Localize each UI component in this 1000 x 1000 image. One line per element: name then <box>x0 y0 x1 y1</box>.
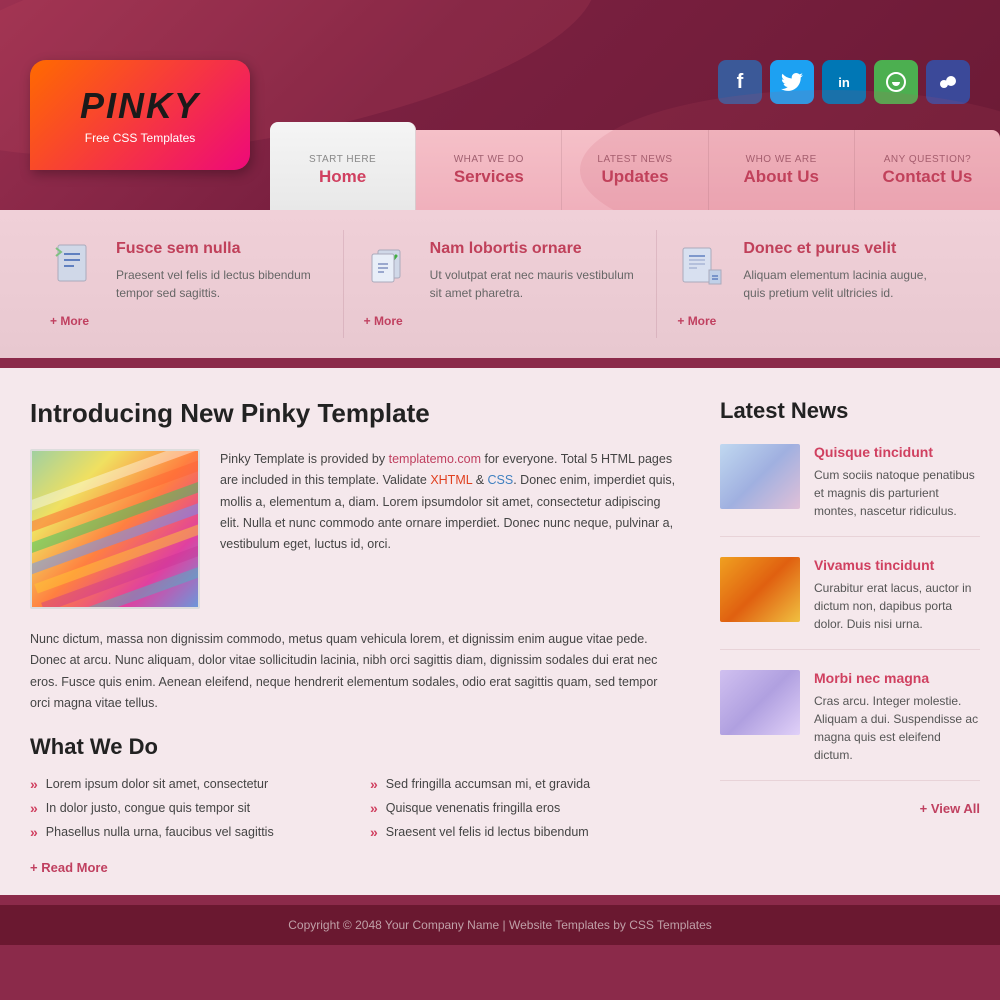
what-we-do-title: What We Do <box>30 734 680 760</box>
feature-1-title: Fusce sem nulla <box>116 240 323 258</box>
list-item: » Phasellus nulla urna, faucibus vel sag… <box>30 824 340 840</box>
news-title: Latest News <box>720 398 980 424</box>
read-more-button[interactable]: Read More <box>30 860 108 875</box>
feature-1-text: Praesent vel felis id lectus bibendum te… <box>116 266 323 302</box>
nav-home-main: Home <box>319 167 366 187</box>
facebook-icon[interactable]: f <box>718 60 762 104</box>
feature-2-more[interactable]: More <box>364 314 637 328</box>
nav-about[interactable]: WHO WE ARE About Us <box>709 130 855 210</box>
footer: Copyright © 2048 Your Company Name | Web… <box>0 905 1000 945</box>
nav-home-label: START HERE <box>309 154 376 165</box>
list-arrow-icon: » <box>30 824 38 840</box>
list-item-text: Quisque venenatis fringilla eros <box>386 801 560 815</box>
intro-title: Introducing New Pinky Template <box>30 398 680 429</box>
news-item-3: Morbi nec magna Cras arcu. Integer moles… <box>720 670 980 781</box>
news-item-1: Quisque tincidunt Cum sociis natoque pen… <box>720 444 980 537</box>
feature-2-title: Nam lobortis ornare <box>430 240 637 258</box>
feature-3-icon <box>677 240 727 290</box>
nav-about-label: WHO WE ARE <box>746 154 817 165</box>
features-strip: Fusce sem nulla Praesent vel felis id le… <box>0 210 1000 358</box>
news-content-3: Morbi nec magna Cras arcu. Integer moles… <box>814 670 980 764</box>
feature-1-more[interactable]: More <box>50 314 323 328</box>
css-link[interactable]: CSS <box>488 473 514 487</box>
news-thumb-3 <box>720 670 800 735</box>
nav-bar: START HERE Home WHAT WE DO Services LATE… <box>270 130 1000 210</box>
logo: PINKY Free CSS Templates <box>30 60 250 170</box>
nav-services-main: Services <box>454 167 524 187</box>
news-item-3-text: Cras arcu. Integer molestie. Aliquam a d… <box>814 692 980 764</box>
main-content: Introducing New Pinky Template Pinky Tem… <box>0 368 1000 895</box>
nav-contact[interactable]: ANY QUESTION? Contact Us <box>855 130 1000 210</box>
list-item-text: Lorem ipsum dolor sit amet, consectetur <box>46 777 268 791</box>
feature-3-more[interactable]: More <box>677 314 950 328</box>
intro-content: Pinky Template is provided by templatemo… <box>30 449 680 609</box>
feature-2-text: Ut volutpat erat nec mauris vestibulum s… <box>430 266 637 302</box>
logo-title: PINKY <box>80 85 200 127</box>
list-arrow-icon: » <box>370 800 378 816</box>
list-item-text: In dolor justo, congue quis tempor sit <box>46 801 250 815</box>
list-arrow-icon: » <box>370 776 378 792</box>
list-item-text: Sraesent vel felis id lectus bibendum <box>386 825 589 839</box>
nav-about-main: About Us <box>743 167 819 187</box>
intro-paragraph-2: Nunc dictum, massa non dignissim commodo… <box>30 629 680 714</box>
feature-3-text: Aliquam elementum lacinia augue, quis pr… <box>743 266 950 302</box>
feature-1-icon <box>50 240 100 290</box>
feature-3-title: Donec et purus velit <box>743 240 950 258</box>
news-thumb-1 <box>720 444 800 509</box>
list-item-text: Sed fringilla accumsan mi, et gravida <box>386 777 590 791</box>
news-item-1-text: Cum sociis natoque penatibus et magnis d… <box>814 466 980 520</box>
news-content-1: Quisque tincidunt Cum sociis natoque pen… <box>814 444 980 520</box>
news-content-2: Vivamus tincidunt Curabitur erat lacus, … <box>814 557 980 633</box>
nav-home[interactable]: START HERE Home <box>270 122 416 210</box>
intro-text: Pinky Template is provided by templatemo… <box>220 449 680 609</box>
twitter-icon[interactable] <box>770 60 814 104</box>
myspace-icon[interactable] <box>926 60 970 104</box>
list-item: » Lorem ipsum dolor sit amet, consectetu… <box>30 776 340 792</box>
left-column: Introducing New Pinky Template Pinky Tem… <box>0 368 710 895</box>
nav-services-label: WHAT WE DO <box>454 154 524 165</box>
list-item-text: Phasellus nulla urna, faucibus vel sagit… <box>46 825 274 839</box>
xhtml-link[interactable]: XHTML <box>430 473 472 487</box>
google-plus-icon[interactable] <box>874 60 918 104</box>
right-column: Latest News Quisque tincidunt Cum sociis… <box>710 368 1000 895</box>
list-arrow-icon: » <box>30 776 38 792</box>
feature-2: Nam lobortis ornare Ut volutpat erat nec… <box>344 230 658 338</box>
social-icons: f in <box>718 60 970 104</box>
what-we-do-list: » Lorem ipsum dolor sit amet, consectetu… <box>30 776 680 840</box>
logo-subtitle: Free CSS Templates <box>85 131 196 145</box>
footer-text: Copyright © 2048 Your Company Name | Web… <box>288 918 712 932</box>
linkedin-icon[interactable]: in <box>822 60 866 104</box>
nav-updates-label: LATEST NEWS <box>597 154 672 165</box>
news-item-2-text: Curabitur erat lacus, auctor in dictum n… <box>814 579 980 633</box>
news-item-3-title[interactable]: Morbi nec magna <box>814 670 980 686</box>
news-item-2: Vivamus tincidunt Curabitur erat lacus, … <box>720 557 980 650</box>
nav-contact-label: ANY QUESTION? <box>884 154 971 165</box>
feature-1: Fusce sem nulla Praesent vel felis id le… <box>30 230 344 338</box>
list-arrow-icon: » <box>30 800 38 816</box>
feature-3: Donec et purus velit Aliquam elementum l… <box>657 230 970 338</box>
templatemo-link[interactable]: templatemo.com <box>389 452 481 466</box>
list-arrow-icon: » <box>370 824 378 840</box>
news-thumb-2 <box>720 557 800 622</box>
list-item: » Sed fringilla accumsan mi, et gravida <box>370 776 680 792</box>
nav-updates[interactable]: LATEST NEWS Updates <box>562 130 708 210</box>
news-item-1-title[interactable]: Quisque tincidunt <box>814 444 980 460</box>
nav-services[interactable]: WHAT WE DO Services <box>416 130 562 210</box>
intro-image <box>30 449 200 609</box>
news-item-2-title[interactable]: Vivamus tincidunt <box>814 557 980 573</box>
nav-contact-main: Contact Us <box>883 167 973 187</box>
list-item: » In dolor justo, congue quis tempor sit <box>30 800 340 816</box>
list-item: » Sraesent vel felis id lectus bibendum <box>370 824 680 840</box>
header: PINKY Free CSS Templates f in START HERE… <box>0 0 1000 210</box>
nav-updates-main: Updates <box>601 167 668 187</box>
feature-2-icon <box>364 240 414 290</box>
view-all-button[interactable]: View All <box>720 801 980 816</box>
list-item: » Quisque venenatis fringilla eros <box>370 800 680 816</box>
